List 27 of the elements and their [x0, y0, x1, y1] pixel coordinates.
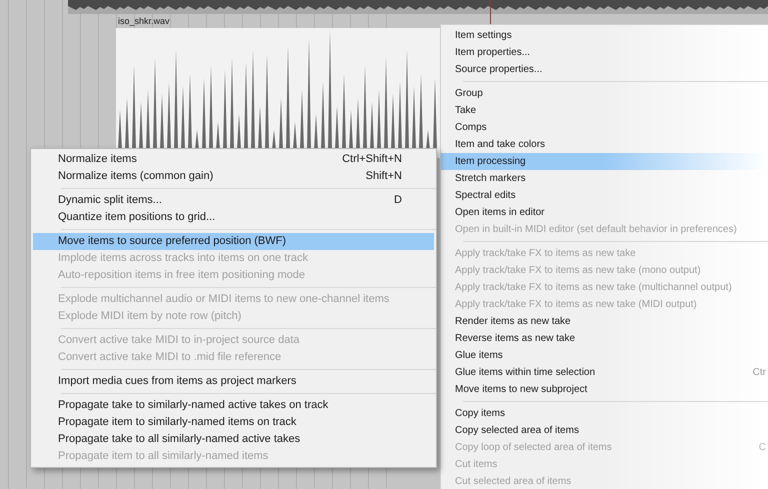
menu-item[interactable]: Propagate take to similarly-named active takes on track [33, 397, 434, 414]
menu-item[interactable]: Reverse items as new take [441, 330, 768, 347]
menu-item[interactable]: Copy selected area of items [441, 422, 768, 439]
menu-item[interactable]: Open items in editor [441, 204, 768, 221]
menu-item[interactable]: Copy items [441, 405, 768, 422]
menu-item[interactable]: Import media cues from items as project markers [33, 373, 434, 390]
menu-item[interactable]: Item properties... [441, 44, 768, 61]
menu-item[interactable]: Propagate take to all similarly-named active takes [33, 431, 434, 448]
menu-item[interactable]: Render items as new take [441, 313, 768, 330]
menu-item[interactable]: Stretch markers [441, 170, 768, 187]
menu-item[interactable]: Spectral edits [441, 187, 768, 204]
menu-item[interactable]: Glue items [441, 347, 768, 364]
menu-item[interactable]: Normalize items Ctrl+Shift+N [33, 151, 434, 168]
menu-item[interactable]: Item settings [441, 27, 768, 44]
menu-item[interactable]: Dynamic split items... D [33, 192, 434, 209]
menu-item[interactable]: Move items to new subproject [441, 381, 768, 398]
menu-item[interactable]: Take [441, 102, 768, 119]
item-name: iso_shkr.wav [118, 15, 170, 28]
menu-item[interactable]: Source properties... [441, 61, 768, 78]
menu-item[interactable]: Group [441, 85, 768, 102]
menu-item[interactable]: Propagate item to similarly-named items on track [33, 414, 434, 431]
menu-item[interactable]: Glue items within time selection Ctr [441, 364, 768, 381]
menu-item[interactable]: Quantize item positions to grid... [33, 209, 434, 226]
menu-item[interactable]: Normalize items (common gain) Shift+N [33, 168, 434, 185]
menu-item[interactable]: Item and take colors [441, 136, 768, 153]
menu-item[interactable]: Move items to source preferred position (BWF) [33, 233, 434, 250]
menu-item[interactable]: Comps [441, 119, 768, 136]
